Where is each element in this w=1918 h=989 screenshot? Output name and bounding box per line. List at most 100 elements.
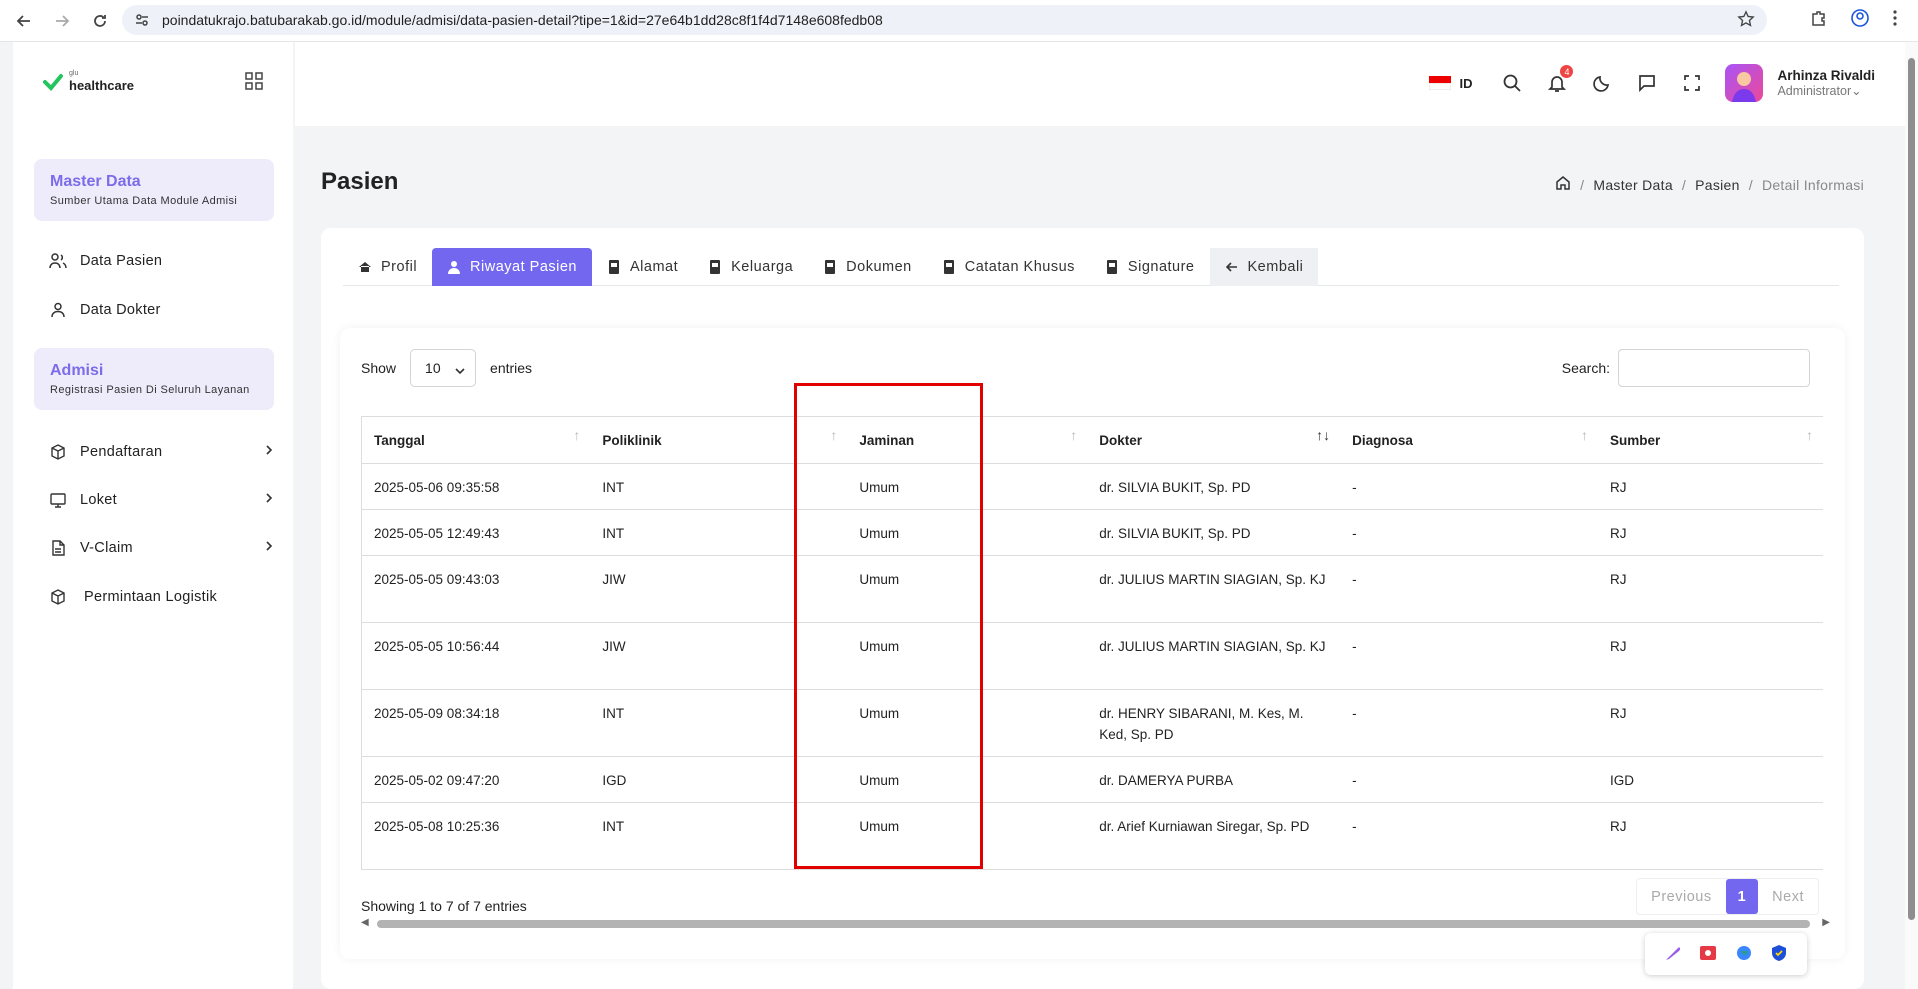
feather-icon[interactable] [1664, 944, 1682, 965]
avatar[interactable] [1725, 64, 1764, 102]
tab-dokumen[interactable]: Dokumen [808, 248, 927, 286]
tab-catatan-khusus[interactable]: Catatan Khusus [927, 248, 1090, 286]
scroll-right-icon[interactable]: ▶ [1822, 917, 1830, 928]
table-row[interactable]: 2025-05-05 09:43:03 JIW Umum dr. JULIUS MAR… [361, 555, 1823, 623]
column-header-tanggal[interactable]: Tanggal ↑ [361, 416, 591, 464]
chevron-right-icon [265, 492, 273, 508]
sort-icon: ↑ [1581, 427, 1589, 443]
table-cell: 2025-05-09 08:34:18 [361, 689, 591, 757]
search-icon[interactable] [1500, 71, 1524, 95]
tab-signature[interactable]: Signature [1090, 248, 1210, 286]
profile-icon[interactable] [1850, 8, 1870, 31]
sidebar-item-v-claim[interactable]: V-Claim [48, 538, 273, 558]
column-header-sumber[interactable]: Sumber ↑ [1598, 416, 1823, 464]
shield-icon[interactable] [1770, 944, 1788, 965]
user-doctor-icon [447, 260, 461, 274]
language-label[interactable]: ID [1459, 76, 1472, 91]
horizontal-scrollbar[interactable]: ◀ ▶ [361, 917, 1830, 929]
table-row[interactable]: 2025-05-05 10:56:44 JIW Umum dr. JULIUS MAR… [361, 622, 1823, 690]
moon-icon[interactable] [1590, 71, 1614, 95]
table-row[interactable]: 2025-05-06 09:35:58 INT Umum dr. SILVIA BUK… [361, 463, 1823, 510]
sidebar-item-loket[interactable]: Loket [48, 490, 273, 510]
extensions-icon[interactable] [1810, 9, 1828, 30]
table-row[interactable]: 2025-05-05 12:49:43 INT Umum dr. SILVIA BUK… [361, 509, 1823, 556]
column-header-diagnosa[interactable]: Diagnosa ↑ [1340, 416, 1599, 464]
record-icon[interactable] [1699, 944, 1717, 965]
site-settings-icon[interactable] [134, 12, 150, 28]
page-title: Pasien [321, 168, 399, 195]
user-info[interactable]: Arhinza Rivaldi Administrator⌄ [1777, 68, 1875, 98]
previous-button[interactable]: Previous [1637, 879, 1725, 914]
table-row[interactable]: 2025-05-02 09:47:20 IGD Umum dr. DAMERYA PU… [361, 756, 1823, 803]
home-icon[interactable] [1555, 175, 1571, 194]
entries-value: 10 [425, 360, 441, 376]
reload-icon[interactable] [86, 7, 114, 35]
sidebar-item-permintaan-logistik[interactable]: Permintaan Logistik [48, 587, 273, 607]
logo[interactable]: glu healthcare [43, 70, 134, 93]
menu-card-subtitle: Sumber Utama Data Module Admisi [50, 195, 238, 207]
table-cell: dr. DAMERYA PURBA [1087, 756, 1341, 803]
sidebar-item-label: Data Pasien [80, 253, 163, 269]
breadcrumb-pasien[interactable]: Pasien [1695, 177, 1740, 193]
table-row[interactable]: 2025-05-08 10:25:36 INT Umum dr. Arief Kurn… [361, 802, 1823, 870]
chevron-down-icon [455, 362, 465, 378]
vertical-scrollbar[interactable] [1905, 42, 1918, 989]
back-arrow-icon[interactable] [10, 7, 38, 35]
scroll-left-icon[interactable]: ◀ [361, 917, 369, 928]
browser-menu-icon[interactable] [1892, 9, 1898, 30]
history-table-card: Show 10 entries Search: Tanggal ↑ Polikli… [340, 328, 1845, 959]
message-icon[interactable] [1635, 71, 1659, 95]
chevron-right-icon [265, 540, 273, 556]
sidebar: glu healthcare Master Data Sumber Utama … [13, 42, 293, 989]
tab-riwayat-pasien[interactable]: Riwayat Pasien [432, 248, 592, 286]
entries-select[interactable]: 10 [410, 349, 477, 387]
logo-top-text: glu [69, 70, 79, 77]
table-cell: dr. JULIUS MARTIN SIAGIAN, Sp. KJ [1087, 622, 1341, 690]
history-table: Tanggal ↑ Poliklinik ↑ Jaminan ↑ Dokter ↑↓ D… [361, 416, 1823, 870]
arrow-left-icon [1225, 260, 1239, 274]
bell-icon[interactable]: 4 [1545, 65, 1574, 95]
tab-profil[interactable]: Profil [343, 248, 432, 286]
page-button-1[interactable]: 1 [1725, 879, 1759, 914]
breadcrumb-master-data[interactable]: Master Data [1593, 177, 1673, 193]
address-book-icon [942, 260, 956, 274]
scrollbar-thumb[interactable] [377, 920, 1810, 928]
menu-card-admisi[interactable]: Admisi Registrasi Pasien Di Seluruh Laya… [34, 348, 274, 410]
show-label: Show [361, 360, 397, 376]
notification-badge: 4 [1560, 65, 1574, 78]
jaminan-column-highlight [794, 383, 983, 869]
forward-arrow-icon[interactable] [48, 7, 76, 35]
search-input[interactable] [1618, 349, 1810, 387]
tab-label: Catatan Khusus [964, 259, 1075, 275]
bookmark-star-icon[interactable] [1737, 10, 1755, 31]
table-cell: 2025-05-08 10:25:36 [361, 802, 591, 870]
scrollbar-thumb[interactable] [1908, 58, 1915, 920]
tab-alamat[interactable]: Alamat [592, 248, 693, 286]
sidebar-item-data-dokter[interactable]: Data Dokter [48, 300, 273, 320]
menu-card-master-data[interactable]: Master Data Sumber Utama Data Module Adm… [34, 159, 274, 221]
tab-bar: Profil Riwayat Pasien Alamat Keluarga Do… [343, 248, 1839, 286]
address-bar[interactable]: poindatukrajo.batubarakab.go.id/module/a… [122, 5, 1767, 35]
menu-card-subtitle: Registrasi Pasien Di Seluruh Layanan [50, 384, 250, 396]
tab-keluarga[interactable]: Keluarga [693, 248, 808, 286]
sidebar-item-data-pasien[interactable]: Data Pasien [48, 251, 273, 271]
top-header: ID 4 Arhinza Rivaldi Administrator⌄ [295, 42, 1905, 126]
indonesia-flag-icon[interactable] [1429, 76, 1452, 90]
table-cell: - [1340, 802, 1599, 870]
tab-label: Riwayat Pasien [470, 259, 577, 275]
search-control: Search: [1562, 349, 1810, 387]
sort-icon: ↑ [1070, 427, 1078, 443]
sidebar-item-label: V-Claim [80, 540, 133, 556]
globe-icon[interactable] [1735, 944, 1753, 965]
next-button[interactable]: Next [1758, 879, 1818, 914]
column-header-dokter[interactable]: Dokter ↑↓ [1087, 416, 1341, 464]
tab-label: Profil [381, 259, 418, 275]
tab-kembali[interactable]: Kembali [1209, 248, 1319, 286]
table-row[interactable]: 2025-05-09 08:34:18 INT Umum dr. HENRY SIBA… [361, 689, 1823, 757]
fullscreen-icon[interactable] [1680, 71, 1704, 95]
tab-label: Kembali [1247, 259, 1304, 275]
sidebar-item-pendaftaran[interactable]: Pendaftaran [48, 442, 273, 462]
tab-label: Dokumen [846, 259, 912, 275]
table-cell: dr. Arief Kurniawan Siregar, Sp. PD [1087, 802, 1341, 870]
grid-menu-icon[interactable] [245, 72, 263, 93]
